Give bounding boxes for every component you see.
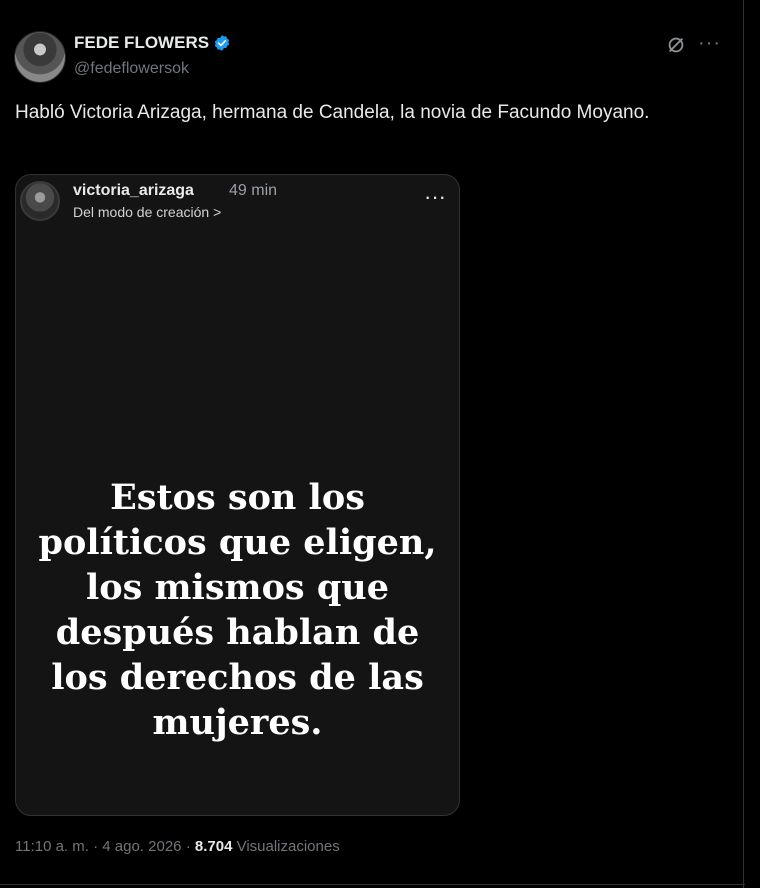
meta-separator: · [93,838,99,855]
author-avatar[interactable] [14,31,66,83]
views-label: Visualizaciones [236,838,340,855]
story-time: 49 min [229,182,278,199]
tweet-date[interactable]: 4 ago. 2026 [102,838,181,855]
column-border-right [743,0,744,888]
story-mode-label: Del modo de creación > [73,204,222,220]
story-avatar [20,181,60,221]
grok-icon[interactable] [665,34,687,56]
meta-separator: · [185,838,191,855]
more-icon[interactable]: ··· [698,32,721,55]
story-more-icon: ··· [424,184,446,209]
story-quote-text: Estos son los políticos que eligen, los … [38,477,437,743]
views-count: 8.704 [194,838,233,855]
story-username: victoria_arizaga [73,182,194,199]
tweet-time[interactable]: 11:10 a. m. [15,838,89,855]
tweet-media-image[interactable]: victoria_arizaga 49 min Del modo de crea… [15,174,460,816]
tweet-divider [0,884,745,885]
tweet-meta: 11:10 a. m. · 4 ago. 2026 · 8.704 Visual… [15,838,340,855]
verified-badge-icon [214,35,230,51]
author-name[interactable]: FEDE FLOWERS [74,33,209,53]
author-handle[interactable]: @fedeflowersok [74,60,189,78]
author-name-row[interactable]: FEDE FLOWERS [74,33,231,53]
tweet-text: Habló Victoria Arizaga, hermana de Cande… [15,102,650,123]
